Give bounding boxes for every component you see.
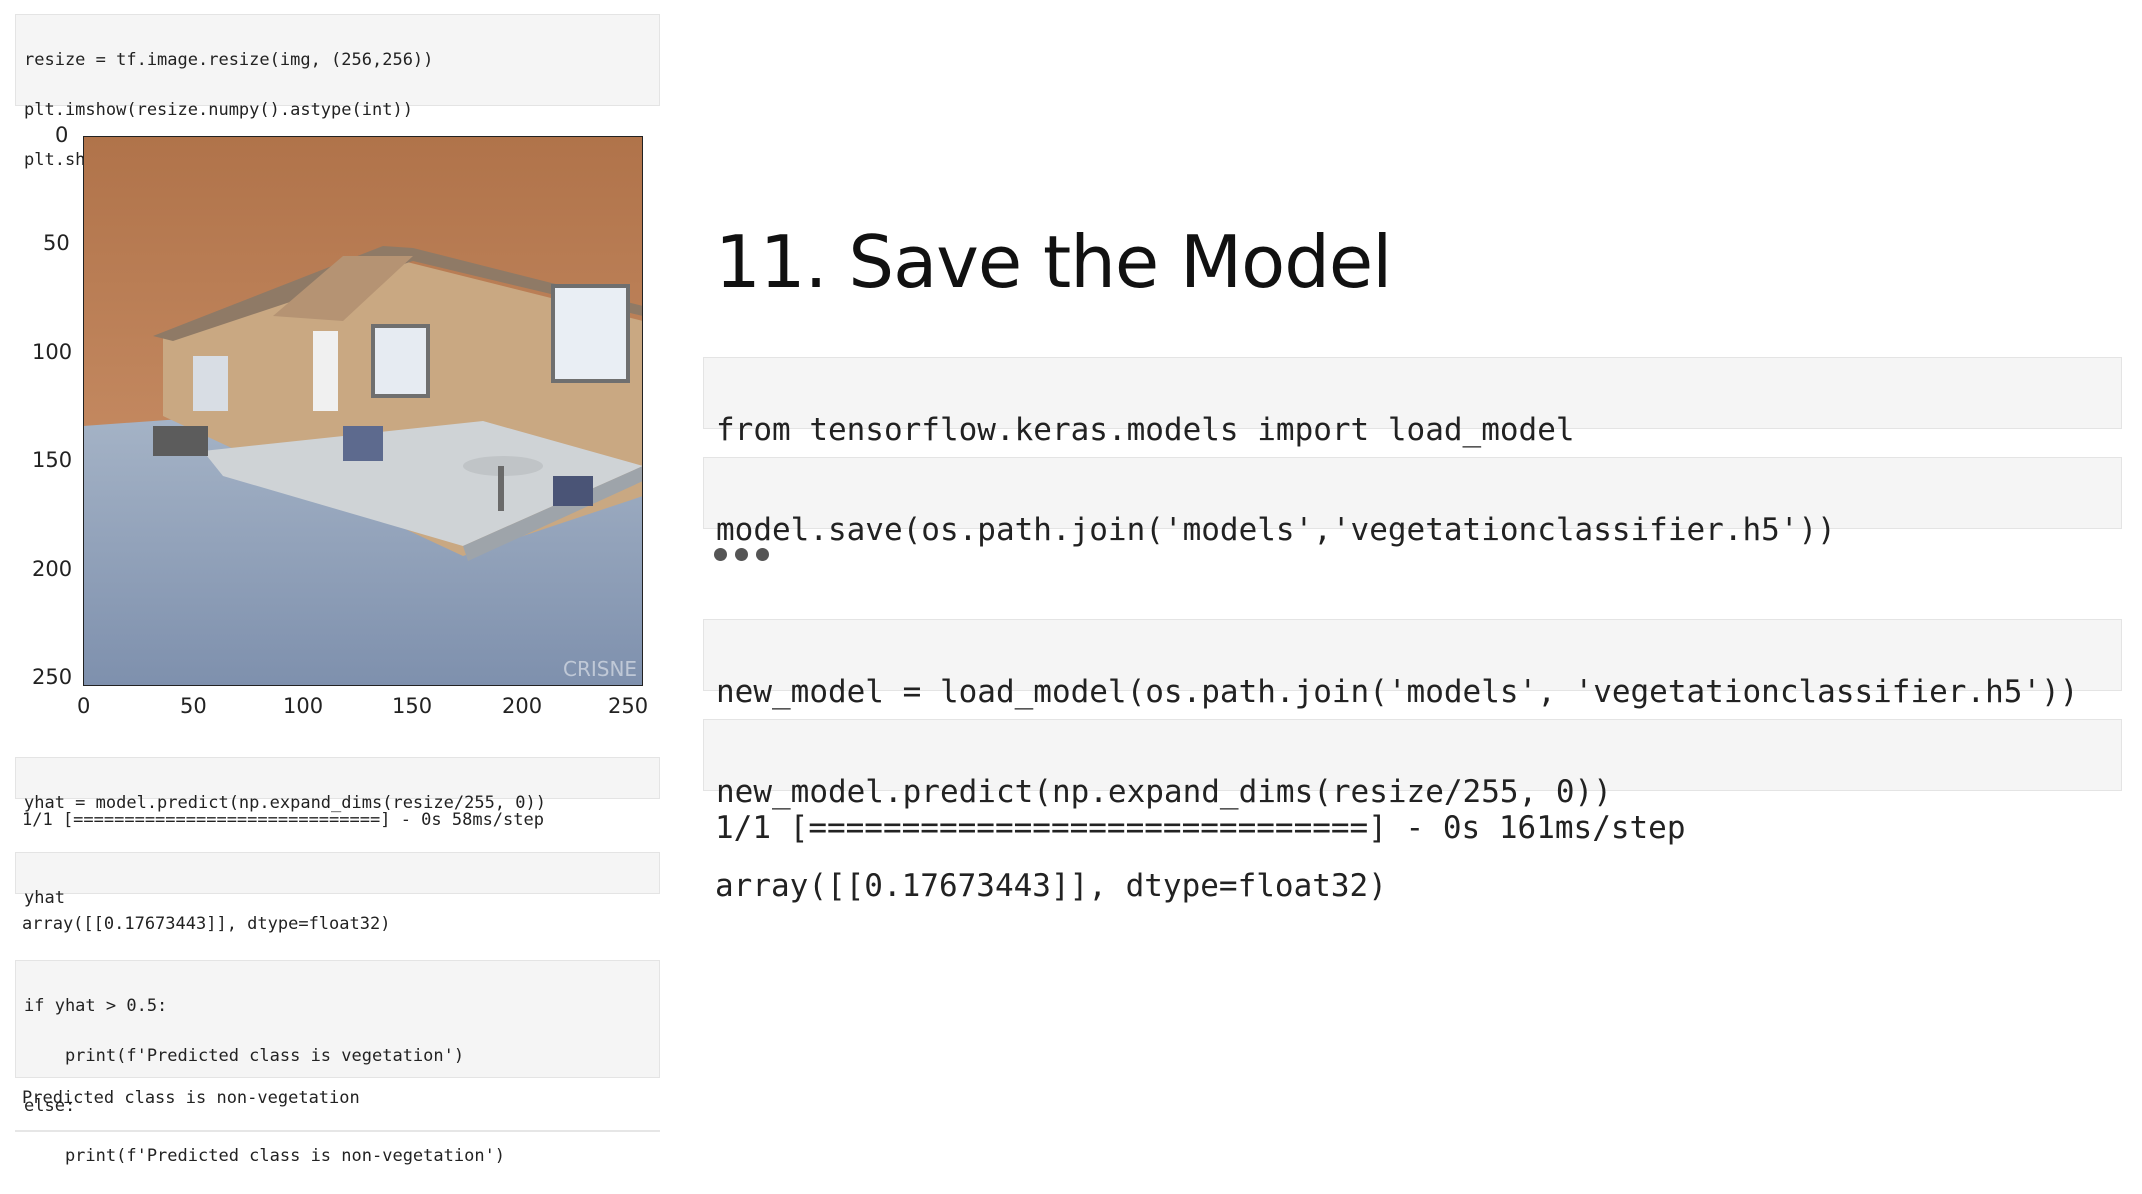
section-heading: 11. Save the Model	[715, 220, 1392, 304]
code-line: yhat	[24, 888, 65, 908]
code-cell-predict[interactable]: yhat = model.predict(np.expand_dims(resi…	[15, 757, 660, 813]
x-tick-label: 200	[502, 694, 543, 718]
y-tick-label: 50	[43, 231, 70, 255]
cell-output-class: Predicted class is non-vegetation	[22, 1088, 360, 1108]
y-tick-label: 100	[32, 340, 73, 364]
code-line: from tensorflow.keras.models import load…	[716, 412, 1575, 448]
y-tick-label: 150	[32, 448, 73, 472]
plot-frame	[83, 136, 643, 686]
code-cell-load[interactable]: new_model = load_model(os.path.join('mod…	[703, 619, 2122, 710]
x-tick-label: 250	[608, 694, 649, 718]
code-cell-if[interactable]: if yhat > 0.5: print(f'Predicted class i…	[15, 960, 660, 1166]
imshow-plot: CRISNE 0 50 100 150 200 250 0 50 100 150…	[15, 118, 665, 728]
code-line: resize = tf.image.resize(img, (256,256))	[24, 50, 434, 70]
dot	[714, 548, 727, 561]
y-tick-label: 0	[55, 123, 69, 147]
code-cell-yhat[interactable]: yhat	[15, 852, 660, 908]
dot	[735, 548, 748, 561]
cell-output-array: array([[0.17673443]], dtype=float32)	[715, 868, 1387, 904]
cell-output-array: array([[0.17673443]], dtype=float32)	[22, 914, 391, 934]
x-tick-label: 150	[392, 694, 433, 718]
cell-output-progress: 1/1 [==============================] - 0…	[715, 810, 1686, 846]
code-line: print(f'Predicted class is vegetation')	[24, 1046, 465, 1066]
code-line: new_model = load_model(os.path.join('mod…	[716, 674, 2079, 710]
y-tick-label: 200	[32, 557, 73, 581]
x-tick-label: 100	[283, 694, 324, 718]
code-cell-import[interactable]: from tensorflow.keras.models import load…	[703, 357, 2122, 448]
code-cell-resize[interactable]: resize = tf.image.resize(img, (256,256))…	[15, 14, 660, 170]
x-tick-label: 50	[180, 694, 207, 718]
code-cell-save[interactable]: model.save(os.path.join('models','vegeta…	[703, 457, 2122, 548]
code-line: if yhat > 0.5:	[24, 996, 168, 1016]
code-line: print(f'Predicted class is non-vegetatio…	[24, 1146, 506, 1166]
cell-output-progress: 1/1 [==============================] - 0…	[22, 810, 544, 830]
code-line: new_model.predict(np.expand_dims(resize/…	[716, 774, 1612, 810]
collapsed-output-ellipsis[interactable]	[714, 548, 769, 561]
y-tick-label: 250	[32, 665, 73, 689]
dot	[756, 548, 769, 561]
code-cell-new-predict[interactable]: new_model.predict(np.expand_dims(resize/…	[703, 719, 2122, 810]
code-line: model.save(os.path.join('models','vegeta…	[716, 512, 1836, 548]
x-tick-label: 0	[77, 694, 91, 718]
divider	[15, 1130, 660, 1132]
